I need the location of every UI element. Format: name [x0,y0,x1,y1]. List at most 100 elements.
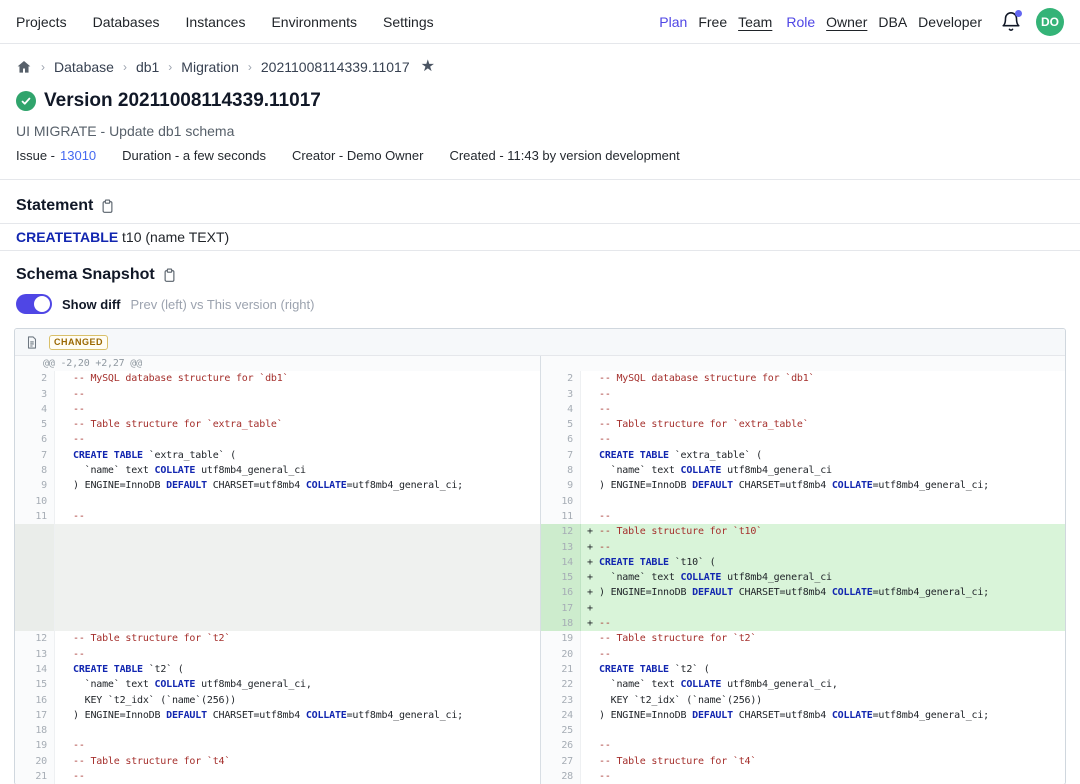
diff-right-side: 23 KEY `t2_idx` (`name`(256)) [540,693,1065,708]
line-number: 15 [541,570,581,585]
diff-row: 1010 [15,494,1065,509]
creator-text: Creator - Demo Owner [292,148,423,163]
diff-left-side [15,540,540,555]
role-option-dba[interactable]: DBA [878,14,907,30]
chevron-right-icon: › [123,60,127,74]
diff-row: 1825 [15,723,1065,738]
line-number: 19 [15,738,55,753]
chevron-right-icon: › [248,60,252,74]
diff-body[interactable]: @@ -2,20 +2,27 @@2-- MySQL database stru… [15,356,1065,784]
diff-left-side: 16 KEY `t2_idx` (`name`(256)) [15,693,540,708]
breadcrumb-item-4[interactable]: 20211008114339.11017 [261,59,410,75]
diff-left-side: 11-- [15,509,540,524]
created-text: Created - 11:43 by version development [449,148,679,163]
line-number: 12 [15,631,55,646]
plan-option-free[interactable]: Free [698,14,727,30]
diff-left-side: 18 [15,723,540,738]
code-line: -- MySQL database structure for `db1` [55,371,540,386]
diff-row: 15 `name` text COLLATE utf8mb4_general_c… [15,677,1065,692]
code-line: KEY `t2_idx` (`name`(256)) [55,693,540,708]
diff-right-side: 2-- MySQL database structure for `db1` [540,371,1065,386]
code-line: + `name` text COLLATE utf8mb4_general_ci [581,570,1065,585]
plan-option-team[interactable]: Team [738,14,772,30]
diff-right-side: 13+-- [540,540,1065,555]
diff-right-side: 22 `name` text COLLATE utf8mb4_general_c… [540,677,1065,692]
diff-row: @@ -2,20 +2,27 @@ [15,356,1065,371]
code-line: -- [55,432,540,447]
line-number: 14 [15,662,55,677]
diff-right-side: 16+) ENGINE=InnoDB DEFAULT CHARSET=utf8m… [540,585,1065,600]
line-number: 21 [15,769,55,784]
diff-row: 2-- MySQL database structure for `db1`2-… [15,371,1065,386]
diff-right-side: 6-- [540,432,1065,447]
code-line: `name` text COLLATE utf8mb4_general_ci [581,463,1065,478]
role-option-owner[interactable]: Owner [826,14,867,30]
diff-row: 14CREATE TABLE `t2` (21CREATE TABLE `t2`… [15,662,1065,677]
diff-row: 20-- Table structure for `t4`27-- Table … [15,754,1065,769]
issue-link[interactable]: 13010 [60,148,96,163]
role-option-developer[interactable]: Developer [918,14,982,30]
line-number: 2 [15,371,55,386]
diff-right-side: 8 `name` text COLLATE utf8mb4_general_ci [540,463,1065,478]
home-icon[interactable] [16,59,32,75]
diff-left-side: 8 `name` text COLLATE utf8mb4_general_ci [15,463,540,478]
avatar[interactable]: DO [1036,8,1064,36]
diff-right-side: 14+CREATE TABLE `t10` ( [540,555,1065,570]
nav-item-instances[interactable]: Instances [186,14,246,30]
breadcrumb-item-1[interactable]: Database [54,59,114,75]
nav-item-projects[interactable]: Projects [16,14,67,30]
diff-right-side: 27-- Table structure for `t4` [540,754,1065,769]
star-icon[interactable]: ★ [421,59,435,75]
schema-snapshot-heading: Schema Snapshot [16,266,155,284]
code-line: -- [581,432,1065,447]
code-line: CREATE TABLE `t2` ( [55,662,540,677]
code-line: -- Table structure for `t2` [581,631,1065,646]
diff-right-side: 11-- [540,509,1065,524]
role-switch: Role Owner DBA Developer [786,14,982,30]
code-line: -- [581,647,1065,662]
code-line [55,601,540,616]
breadcrumb-item-3[interactable]: Migration [181,59,239,75]
diff-left-side: 14CREATE TABLE `t2` ( [15,662,540,677]
code-line: -- [581,738,1065,753]
diff-right-side: 5-- Table structure for `extra_table` [540,417,1065,432]
code-line [55,494,540,509]
diff-row: 8 `name` text COLLATE utf8mb4_general_ci… [15,463,1065,478]
code-line: CREATE TABLE `t2` ( [581,662,1065,677]
code-line: `name` text COLLATE utf8mb4_general_ci [55,463,540,478]
nav-item-settings[interactable]: Settings [383,14,434,30]
diff-row: 6--6-- [15,432,1065,447]
diff-row: 17+ [15,601,1065,616]
code-line: -- Table structure for `extra_table` [581,417,1065,432]
line-number: 3 [541,387,581,402]
code-line [55,540,540,555]
diff-right-side: 24) ENGINE=InnoDB DEFAULT CHARSET=utf8mb… [540,708,1065,723]
diff-left-side: 15 `name` text COLLATE utf8mb4_general_c… [15,677,540,692]
code-line: ) ENGINE=InnoDB DEFAULT CHARSET=utf8mb4 … [55,708,540,723]
diff-left-side: @@ -2,20 +2,27 @@ [15,356,540,371]
notification-bell[interactable] [1000,11,1022,33]
code-line: -- MySQL database structure for `db1` [581,371,1065,386]
diff-right-side: 26-- [540,738,1065,753]
line-number: 20 [15,754,55,769]
diff-right-side: 10 [540,494,1065,509]
role-label: Role [786,14,815,30]
copy-snapshot-button[interactable] [162,267,177,283]
show-diff-label: Show diff [62,297,121,312]
code-line: -- Table structure for `t4` [55,754,540,769]
code-line [55,585,540,600]
code-line: -- [55,509,540,524]
line-number [15,540,55,555]
line-number: 2 [541,371,581,386]
diff-row: 16+) ENGINE=InnoDB DEFAULT CHARSET=utf8m… [15,585,1065,600]
nav-item-environments[interactable]: Environments [271,14,357,30]
copy-statement-button[interactable] [100,198,115,214]
line-number [15,585,55,600]
breadcrumb-item-2[interactable]: db1 [136,59,159,75]
diff-right-side: 21CREATE TABLE `t2` ( [540,662,1065,677]
diff-left-side: 6-- [15,432,540,447]
code-line: -- [55,402,540,417]
nav-item-databases[interactable]: Databases [93,14,160,30]
code-line: +-- Table structure for `t10` [581,524,1065,539]
show-diff-toggle[interactable] [16,294,52,314]
